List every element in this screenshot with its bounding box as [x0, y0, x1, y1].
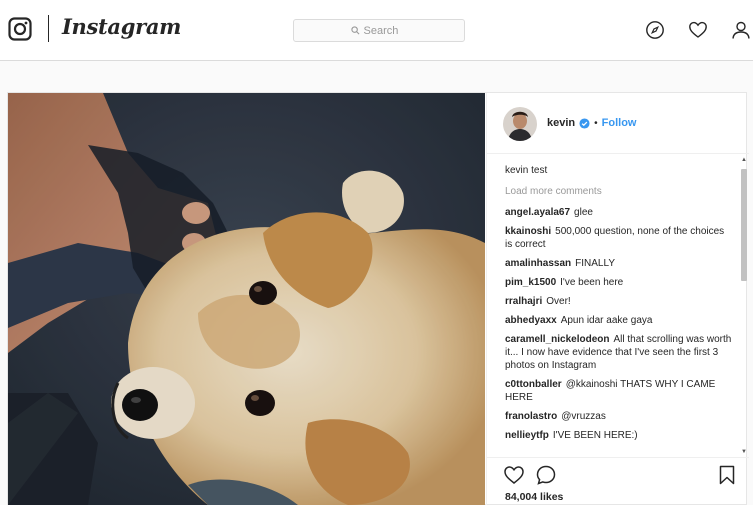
profile-icon[interactable] [731, 20, 751, 40]
search-box[interactable] [293, 19, 465, 42]
comment-item: nellieytfp I'VE BEEN HERE:) [505, 429, 733, 442]
comment-bubble-icon[interactable] [535, 464, 557, 486]
dog-photo-image [8, 93, 485, 505]
scroll-thumb[interactable] [741, 169, 747, 281]
likes-count: 84,004 likes [505, 491, 564, 503]
comment-text: glee [574, 207, 593, 218]
top-nav: Instagram [0, 0, 753, 61]
author-username[interactable]: kevin [547, 117, 575, 129]
comment-item: caramell_nickelodeon All that scrolling w… [505, 333, 733, 372]
comment-username[interactable]: angel.ayala67 [505, 207, 570, 218]
scroll-down-arrow-icon[interactable]: ▼ [741, 449, 747, 455]
post-photo[interactable] [8, 93, 485, 505]
author-avatar[interactable] [503, 107, 537, 141]
verified-badge-icon [579, 117, 590, 129]
comment-item: rralhajri Over! [505, 295, 733, 308]
comment-text: Apun idar aake gaya [560, 315, 653, 326]
instagram-logo-icon[interactable] [8, 17, 32, 41]
comment-username[interactable]: kkainoshi [505, 226, 551, 237]
search-icon [350, 26, 359, 35]
comment-text: I'VE BEEN HERE:) [552, 430, 638, 441]
post-sidebar: kevin • Follow kevin test Load more comm… [486, 93, 749, 505]
comment-item: kkainoshi 500,000 question, none of the c… [505, 225, 733, 251]
post-caption: kevin test [505, 165, 548, 176]
comment-item: franolastro @vruzzas [505, 410, 733, 423]
comment-username[interactable]: nellieytfp [505, 430, 549, 441]
comment-item: abhedyaxx Apun idar aake gaya [505, 314, 733, 327]
comment-username[interactable]: amalinhassan [505, 258, 571, 269]
comments-scrollbar[interactable]: ▲ ▼ [739, 155, 749, 457]
comment-container: angel.ayala67 glee kkainoshi 500,000 questi… [505, 206, 733, 442]
comment-text: @vruzzas [561, 411, 606, 422]
separator-dot: • [594, 117, 598, 129]
post-actions: 84,004 likes [487, 457, 749, 505]
comment-username[interactable]: abhedyaxx [505, 315, 557, 326]
instagram-wordmark[interactable]: Instagram [62, 14, 181, 39]
save-bookmark-icon[interactable] [716, 464, 738, 486]
follow-button[interactable]: Follow [602, 117, 637, 129]
comment-username[interactable]: c0ttonballer [505, 379, 562, 390]
comments-list: kevin test Load more comments angel.ayal… [505, 164, 733, 454]
comment-text: FINALLY [575, 258, 615, 269]
post-card: kevin • Follow kevin test Load more comm… [7, 92, 749, 505]
load-more-comments-link[interactable]: Load more comments [505, 185, 733, 198]
comment-username[interactable]: franolastro [505, 411, 557, 422]
comment-username[interactable]: caramell_nickelodeon [505, 334, 610, 345]
logo-divider [48, 15, 49, 42]
post-header: kevin • Follow [487, 93, 749, 154]
comment-username[interactable]: pim_k1500 [505, 277, 556, 288]
post-author: kevin • Follow [547, 117, 636, 129]
explore-icon[interactable] [645, 20, 665, 40]
comment-item: angel.ayala67 glee [505, 206, 733, 219]
like-heart-icon[interactable] [503, 464, 525, 486]
activity-heart-icon[interactable] [688, 20, 708, 40]
comment-username[interactable]: rralhajri [505, 296, 542, 307]
comment-item: pim_k1500 I've been here [505, 276, 733, 289]
avatar-image [503, 107, 537, 141]
search-input[interactable] [363, 24, 408, 37]
comment-item: c0ttonballer @kkainoshi THATS WHY I CAME … [505, 378, 733, 404]
comment-item: amalinhassan FINALLY [505, 257, 733, 270]
comment-text: Over! [546, 296, 571, 307]
scroll-up-arrow-icon[interactable]: ▲ [741, 157, 747, 163]
comment-text: I've been here [560, 277, 624, 288]
